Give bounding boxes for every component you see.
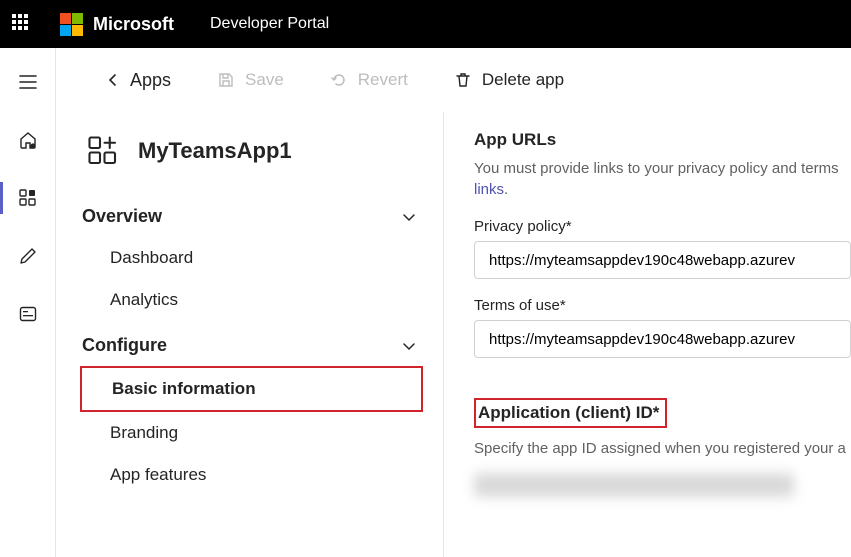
main-panel: App URLs You must provide links to your … <box>444 112 851 557</box>
terms-label: Terms of use* <box>474 297 851 314</box>
rail-home-button[interactable] <box>0 124 56 156</box>
nav-overview-section: Overview Dashboard Analytics <box>80 192 423 321</box>
waffle-icon[interactable] <box>12 14 32 34</box>
nav-overview-title: Overview <box>82 206 162 227</box>
top-bar: Microsoft Developer Portal <box>0 0 851 48</box>
nav-item-analytics[interactable]: Analytics <box>80 279 423 321</box>
microsoft-logo-icon <box>60 13 83 36</box>
page-toolbar: Apps Save Revert Delete app <box>56 48 851 112</box>
links-link[interactable]: links <box>474 181 504 198</box>
app-title: MyTeamsApp1 <box>138 138 292 164</box>
app-grid-icon <box>88 136 118 166</box>
delete-label: Delete app <box>482 70 564 90</box>
card-icon <box>18 304 38 324</box>
apps-icon <box>18 188 38 208</box>
nav-configure-title: Configure <box>82 335 167 356</box>
client-id-title: Application (client) ID* <box>474 398 667 428</box>
nav-overview-header[interactable]: Overview <box>80 192 423 237</box>
app-header: MyTeamsApp1 <box>80 120 423 192</box>
chevron-left-icon <box>106 73 120 87</box>
nav-item-app-features[interactable]: App features <box>80 454 423 496</box>
revert-label: Revert <box>358 70 408 90</box>
delete-button[interactable]: Delete app <box>454 70 564 90</box>
app-sidebar: MyTeamsApp1 Overview Dashboard Analytics… <box>56 112 444 557</box>
portal-title: Developer Portal <box>210 15 329 33</box>
content-area: MyTeamsApp1 Overview Dashboard Analytics… <box>56 112 851 557</box>
app-urls-help: You must provide links to your privacy p… <box>474 158 851 200</box>
chevron-down-icon <box>401 338 417 354</box>
nav-configure-section: Configure Basic information Branding App… <box>80 321 423 496</box>
brand-name: Microsoft <box>93 14 174 35</box>
pencil-icon <box>18 246 38 266</box>
home-icon <box>18 130 38 150</box>
save-label: Save <box>245 70 284 90</box>
rail-apps-button[interactable] <box>0 182 56 214</box>
back-button[interactable]: Apps <box>106 70 171 91</box>
left-rail <box>0 48 56 557</box>
revert-icon <box>330 71 348 89</box>
nav-item-branding[interactable]: Branding <box>80 412 423 454</box>
client-id-value-redacted <box>474 473 794 497</box>
chevron-down-icon <box>401 209 417 225</box>
rail-edit-button[interactable] <box>0 240 56 272</box>
hamburger-button[interactable] <box>0 66 56 98</box>
privacy-field: Privacy policy* <box>474 218 851 279</box>
app-icon <box>86 134 120 168</box>
revert-button: Revert <box>330 70 408 90</box>
app-urls-title: App URLs <box>474 130 851 150</box>
privacy-label: Privacy policy* <box>474 218 851 235</box>
terms-field: Terms of use* <box>474 297 851 358</box>
back-label: Apps <box>130 70 171 91</box>
privacy-input[interactable] <box>474 241 851 279</box>
trash-icon <box>454 71 472 89</box>
nav-item-dashboard[interactable]: Dashboard <box>80 237 423 279</box>
nav-item-basic-information[interactable]: Basic information <box>80 366 423 412</box>
client-id-help: Specify the app ID assigned when you reg… <box>474 438 851 459</box>
save-icon <box>217 71 235 89</box>
rail-tools-button[interactable] <box>0 298 56 330</box>
save-button: Save <box>217 70 284 90</box>
microsoft-logo: Microsoft <box>60 13 174 36</box>
terms-input[interactable] <box>474 320 851 358</box>
hamburger-icon <box>18 72 38 92</box>
nav-configure-header[interactable]: Configure <box>80 321 423 366</box>
